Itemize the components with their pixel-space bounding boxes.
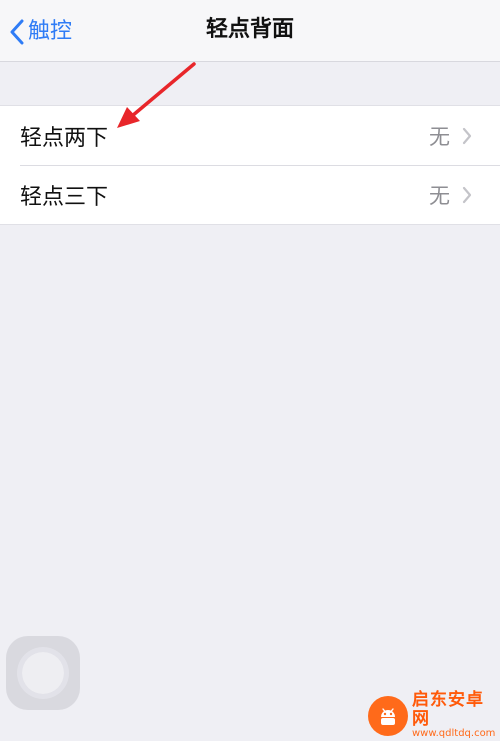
row-value: 无 [429,184,450,208]
watermark: 启东安卓网 www.qdltdq.com [368,690,500,741]
settings-list: 轻点两下 无 轻点三下 无 [0,105,500,225]
chevron-right-icon [462,127,472,144]
row-label: 轻点三下 [20,185,109,210]
assistive-touch-button[interactable] [6,636,80,710]
chevron-right-icon [462,186,472,204]
watermark-name: 启东安卓网 [412,689,484,729]
row-value: 无 [429,124,450,149]
row-triple-tap[interactable]: 轻点三下 无 [20,165,500,224]
row-double-tap[interactable]: 轻点两下 无 [0,106,500,165]
android-logo-icon [368,695,408,736]
watermark-url: www.qdltdq.com [412,728,496,740]
navigation-bar: 触控 轻点背面 [0,0,500,62]
assistive-touch-icon [22,652,64,694]
row-label: 轻点两下 [20,125,109,151]
page-title: 轻点背面 [205,17,294,42]
